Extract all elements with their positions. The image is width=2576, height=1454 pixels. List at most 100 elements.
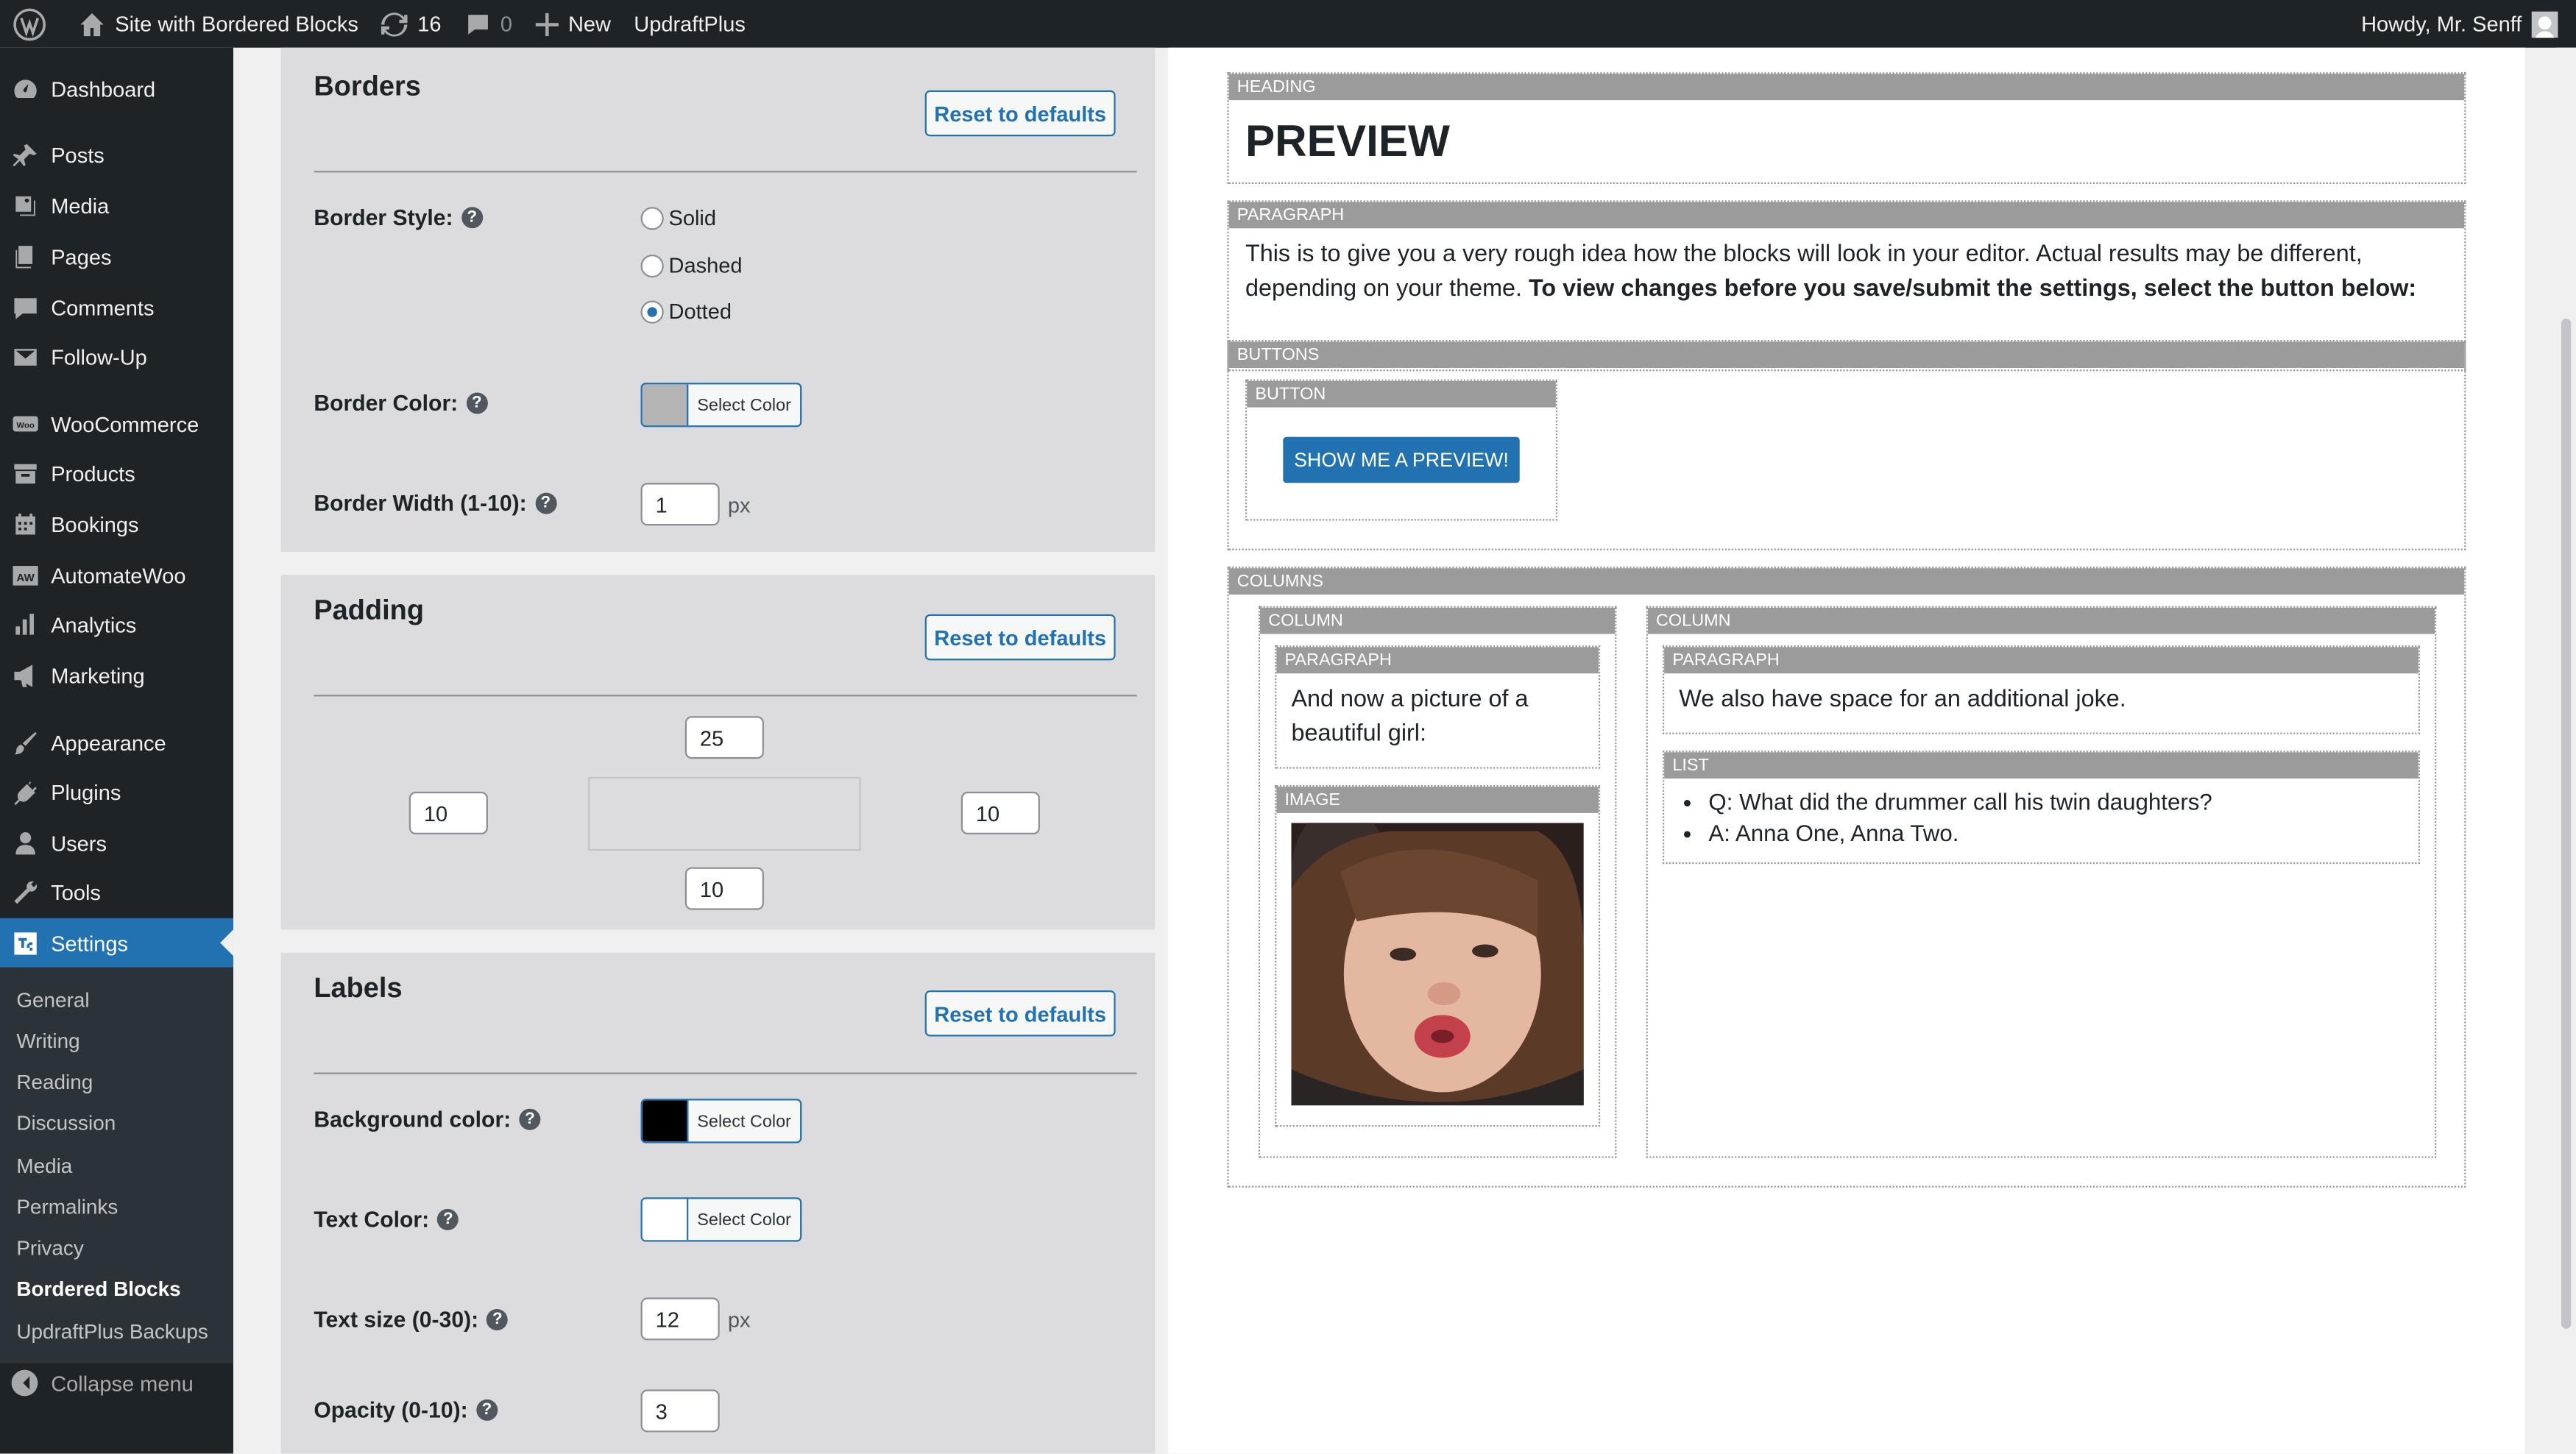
submenu-item-reading[interactable]: Reading <box>16 1071 93 1093</box>
submenu-item-discussion[interactable]: Discussion <box>16 1112 116 1135</box>
home-icon <box>80 12 104 35</box>
collapse-menu-label: Collapse menu <box>51 1370 194 1396</box>
sidebar-item-analytics[interactable]: Analytics <box>0 600 233 649</box>
image-block: IMAGE <box>1275 784 1601 1127</box>
submenu-item-media[interactable]: Media <box>16 1155 72 1177</box>
sidebar-item-pages[interactable]: Pages <box>0 232 233 281</box>
sidebar-item-media[interactable]: Media <box>0 181 233 230</box>
sidebar-item-appearance[interactable]: Appearance <box>0 717 233 767</box>
sidebar-item-users[interactable]: Users <box>0 818 233 868</box>
site-name-link[interactable]: Site with Bordered Blocks <box>68 0 370 48</box>
wordpress-logo[interactable] <box>0 0 68 48</box>
unit-label: px <box>727 1307 751 1333</box>
mail-icon <box>14 347 37 365</box>
sidebar-item-bookings[interactable]: Bookings <box>0 500 233 549</box>
block-label: HEADING <box>1228 74 2465 101</box>
help-icon[interactable]: ? <box>466 392 488 414</box>
radio-button[interactable] <box>640 206 664 230</box>
sidebar-item-posts[interactable]: Posts <box>0 130 233 179</box>
text-color-picker[interactable]: Select Color <box>640 1197 802 1242</box>
block-label: PARAGRAPH <box>1228 202 2465 229</box>
sidebar-item-comments[interactable]: Comments <box>0 283 233 332</box>
submenu-item-privacy[interactable]: Privacy <box>16 1237 83 1260</box>
padding-top-input[interactable]: 25 <box>684 716 764 759</box>
help-icon[interactable]: ? <box>519 1108 541 1130</box>
sidebar-item-automatewoo[interactable]: AW AutomateWoo <box>0 550 233 600</box>
border-style-label: Border Style: ? <box>314 205 483 230</box>
padding-title: Padding <box>314 595 425 626</box>
text-size-input[interactable]: 12 <box>640 1297 720 1341</box>
help-icon[interactable]: ? <box>461 207 483 229</box>
padding-right-input[interactable]: 10 <box>960 791 1040 834</box>
background-color-label-text: Background color: <box>314 1107 512 1132</box>
border-color-picker[interactable]: Select Color <box>640 383 802 428</box>
sidebar-item-plugins[interactable]: Plugins <box>0 767 233 816</box>
divider <box>314 695 1137 697</box>
sidebar-item-label: Dashboard <box>51 76 156 102</box>
sidebar-item-label: Follow-Up <box>51 344 147 369</box>
sidebar-item-tools[interactable]: Tools <box>0 868 233 917</box>
plus-icon <box>535 12 559 35</box>
borders-reset-button[interactable]: Reset to defaults <box>924 90 1116 137</box>
settings-icon <box>14 932 37 954</box>
radio-solid[interactable]: Solid <box>640 205 717 230</box>
sidebar-item-woocommerce[interactable]: Woo WooCommerce <box>0 399 233 448</box>
padding-bottom-input[interactable]: 10 <box>684 867 764 910</box>
dashboard-icon <box>14 79 37 97</box>
sidebar-item-label: Settings <box>51 930 129 955</box>
labels-reset-button[interactable]: Reset to defaults <box>924 990 1116 1037</box>
sidebar-item-label: Users <box>51 830 107 855</box>
block-label: BUTTON <box>1247 380 1556 408</box>
sidebar-item-dashboard[interactable]: Dashboard <box>0 64 233 113</box>
submenu-item-permalinks[interactable]: Permalinks <box>16 1196 118 1219</box>
sidebar-item-label: Pages <box>51 244 112 269</box>
page-scrollbar[interactable] <box>2556 47 2576 1454</box>
svg-text:Woo: Woo <box>16 421 34 430</box>
opacity-label-text: Opacity (0-10): <box>314 1397 468 1423</box>
help-icon[interactable]: ? <box>486 1309 509 1331</box>
buttons-block: BUTTONS BUTTON SHOW ME A PREVIEW! <box>1227 340 2466 550</box>
sidebar-item-settings[interactable]: Settings <box>0 918 233 968</box>
border-width-input[interactable]: 1 <box>640 483 720 526</box>
paragraph-bold-text: To view changes before you save/submit t… <box>1529 276 2417 302</box>
sidebar-item-label: Products <box>51 461 135 486</box>
submenu-item-writing[interactable]: Writing <box>16 1030 79 1053</box>
updraftplus-link[interactable]: UpdraftPlus <box>623 0 757 48</box>
border-style-label-text: Border Style: <box>314 205 453 230</box>
borders-section: Borders Reset to defaults Border Style: … <box>280 47 1156 552</box>
scrollbar-thumb[interactable] <box>2561 319 2572 1329</box>
sidebar-item-label: Marketing <box>51 662 145 688</box>
updates-link[interactable]: 16 <box>370 0 453 48</box>
megaphone-icon <box>14 664 33 687</box>
sidebar-item-products[interactable]: Products <box>0 448 233 497</box>
new-content-link[interactable]: New <box>524 0 623 48</box>
sidebar-item-marketing[interactable]: Marketing <box>0 650 233 700</box>
padding-left-input[interactable]: 10 <box>408 791 488 834</box>
radio-button-checked[interactable] <box>640 299 664 323</box>
my-account[interactable]: Howdy, Mr. Senff <box>2361 0 2558 48</box>
radio-button[interactable] <box>640 253 664 277</box>
radio-dashed[interactable]: Dashed <box>640 253 743 277</box>
sidebar-item-follow-up[interactable]: Follow-Up <box>0 332 233 381</box>
comments-link[interactable]: 0 <box>453 0 524 48</box>
text-size-label-text: Text size (0-30): <box>314 1307 479 1333</box>
padding-reset-button[interactable]: Reset to defaults <box>924 614 1116 661</box>
heading-block: HEADING PREVIEW <box>1227 72 2466 184</box>
submenu-item-general[interactable]: General <box>16 989 89 1012</box>
collapse-menu-button[interactable]: Collapse menu <box>11 1369 194 1397</box>
help-icon[interactable]: ? <box>534 492 556 514</box>
background-color-picker[interactable]: Select Color <box>640 1099 802 1143</box>
preview-paragraph: This is to give you a very rough idea ho… <box>1245 238 2444 308</box>
opacity-input[interactable]: 3 <box>640 1389 720 1433</box>
submenu-item-bordered-blocks[interactable]: Bordered Blocks <box>16 1278 180 1301</box>
sidebar-item-label: Posts <box>51 142 105 167</box>
radio-label: Solid <box>668 205 717 230</box>
help-icon[interactable]: ? <box>437 1208 459 1230</box>
show-preview-button[interactable]: SHOW ME A PREVIEW! <box>1283 436 1520 483</box>
svg-text:AW: AW <box>16 571 35 584</box>
labels-title: Labels <box>314 972 403 1004</box>
submenu-item-updraftplus-backups[interactable]: UpdraftPlus Backups <box>16 1321 208 1344</box>
help-icon[interactable]: ? <box>475 1399 498 1421</box>
radio-dotted[interactable]: Dotted <box>640 299 732 324</box>
list-item: A: Anna One, Anna Two. <box>1708 818 2212 849</box>
